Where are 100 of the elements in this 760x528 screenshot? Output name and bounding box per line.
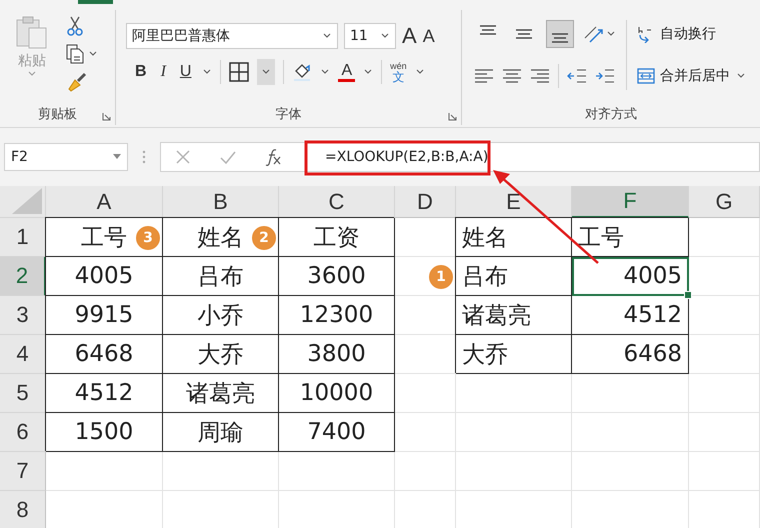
empty-cell[interactable] xyxy=(689,218,760,257)
table-cell[interactable]: 6468 xyxy=(46,335,163,374)
table-cell[interactable]: 3600 xyxy=(279,257,395,296)
decrease-font-size-button[interactable]: A xyxy=(422,26,435,46)
vertical-align-button[interactable] xyxy=(546,20,574,48)
increase-font-size-button[interactable]: A xyxy=(402,23,417,49)
table-cell[interactable]: 周瑜 xyxy=(163,413,279,452)
table-cell[interactable]: 12300 xyxy=(279,296,395,335)
column-header[interactable]: E xyxy=(456,186,572,218)
empty-cell[interactable] xyxy=(395,452,456,491)
merge-center-button[interactable]: 合并后居中 xyxy=(637,62,730,90)
text-orientation-icon[interactable] xyxy=(582,24,616,44)
horizontal-align-icon[interactable] xyxy=(502,67,522,85)
row-header[interactable]: 2 xyxy=(0,257,46,296)
check-icon[interactable] xyxy=(219,149,237,165)
brush-icon[interactable] xyxy=(66,72,88,92)
empty-cell[interactable] xyxy=(456,374,572,413)
borders-icon[interactable] xyxy=(229,62,250,82)
empty-cell[interactable] xyxy=(456,452,572,491)
copy-icon[interactable] xyxy=(66,44,98,64)
empty-cell[interactable] xyxy=(395,374,456,413)
table-cell[interactable]: 7400 xyxy=(279,413,395,452)
phonetic-guide-button[interactable]: wén 文 xyxy=(390,62,407,82)
borders-dropdown[interactable] xyxy=(257,59,276,85)
italic-button[interactable]: I xyxy=(158,63,169,81)
column-header[interactable]: C xyxy=(279,186,395,218)
empty-cell[interactable] xyxy=(456,413,572,452)
font-name-dropdown[interactable]: 阿里巴巴普惠体 xyxy=(126,23,338,49)
table-cell[interactable]: 9915 xyxy=(46,296,163,335)
empty-cell[interactable] xyxy=(163,452,279,491)
table-cell[interactable]: 大乔 xyxy=(163,335,279,374)
formula-input[interactable]: =XLOOKUP(E2,B:B,A:A) xyxy=(311,149,488,165)
table-cell[interactable]: 10000 xyxy=(279,374,395,413)
wrap-text-button[interactable]: 自动换行 xyxy=(637,20,746,48)
table-cell[interactable]: 大乔 xyxy=(456,335,572,374)
row-header[interactable]: 1 xyxy=(0,218,46,257)
caret-icon xyxy=(113,154,121,160)
table-cell[interactable]: 姓名 2 xyxy=(163,218,279,257)
table-cell[interactable]: 诸葛亮 xyxy=(456,296,572,335)
table-cell[interactable]: 6468 xyxy=(572,335,689,374)
caret-icon xyxy=(27,70,37,78)
empty-cell[interactable] xyxy=(572,452,689,491)
table-cell[interactable]: 3800 xyxy=(279,335,395,374)
grip-icon xyxy=(142,150,146,164)
empty-cell[interactable] xyxy=(689,374,760,413)
table-cell[interactable]: 工号 xyxy=(572,218,689,257)
table-cell[interactable]: 工号 3 xyxy=(46,218,163,257)
group-label: 剪贴板 xyxy=(38,106,77,123)
fill-handle[interactable] xyxy=(684,291,692,299)
row-header[interactable]: 3 xyxy=(0,296,46,335)
table-cell[interactable]: 诸葛亮 xyxy=(163,374,279,413)
row-header[interactable]: 7 xyxy=(0,452,46,491)
empty-cell[interactable] xyxy=(689,335,760,374)
bold-button[interactable]: B xyxy=(132,63,150,81)
font-size-dropdown[interactable]: 11 xyxy=(344,23,396,49)
empty-cell[interactable] xyxy=(279,452,395,491)
name-box[interactable]: F2 xyxy=(4,143,128,171)
insert-function-icon[interactable] xyxy=(265,148,283,166)
table-cell[interactable]: 1500 xyxy=(46,413,163,452)
empty-cell[interactable] xyxy=(689,296,760,335)
horizontal-align-icon[interactable] xyxy=(530,67,550,85)
row-header[interactable]: 6 xyxy=(0,413,46,452)
vertical-align-icon xyxy=(480,25,496,35)
empty-cell[interactable] xyxy=(689,413,760,452)
empty-cell[interactable] xyxy=(689,257,760,296)
fill-bucket-icon[interactable] xyxy=(292,62,312,82)
empty-cell[interactable] xyxy=(689,452,760,491)
column-header[interactable]: D xyxy=(395,186,456,218)
column-header[interactable]: B xyxy=(163,186,279,218)
table-cell[interactable]: 4512 xyxy=(572,296,689,335)
scissors-icon[interactable] xyxy=(66,16,84,36)
column-header[interactable]: A xyxy=(46,186,163,218)
column-header[interactable]: F xyxy=(572,186,689,218)
empty-cell[interactable] xyxy=(395,413,456,452)
decrease-indent-icon[interactable] xyxy=(567,67,587,85)
table-cell[interactable]: 吕布 xyxy=(163,257,279,296)
column-header[interactable]: G xyxy=(689,186,760,218)
table-cell[interactable]: 工资 xyxy=(279,218,395,257)
increase-indent-icon[interactable] xyxy=(595,67,615,85)
table-cell[interactable]: 4005 xyxy=(46,257,163,296)
font-color-button[interactable]: A xyxy=(338,62,356,82)
row-header[interactable]: 8 xyxy=(0,491,46,528)
group-label: 字体 xyxy=(276,106,302,123)
table-cell[interactable]: 4512 xyxy=(46,374,163,413)
dialog-launcher-icon[interactable] xyxy=(448,112,457,121)
table-cell[interactable]: 吕布 xyxy=(456,257,572,296)
cancel-icon[interactable] xyxy=(175,149,191,165)
select-all-corner[interactable] xyxy=(0,186,46,218)
table-cell[interactable]: 姓名 xyxy=(456,218,572,257)
empty-cell[interactable] xyxy=(572,413,689,452)
empty-cell[interactable] xyxy=(572,374,689,413)
step-number-badge: 3 xyxy=(135,225,161,251)
horizontal-align-icon[interactable] xyxy=(474,67,494,85)
row-header[interactable]: 4 xyxy=(0,335,46,374)
row-header[interactable]: 5 xyxy=(0,374,46,413)
vertical-align-icon xyxy=(552,33,568,43)
table-cell[interactable]: 4005 xyxy=(572,257,689,296)
table-cell[interactable]: 小乔 xyxy=(163,296,279,335)
underline-button[interactable]: U xyxy=(176,63,194,81)
dialog-launcher-icon[interactable] xyxy=(102,112,111,121)
